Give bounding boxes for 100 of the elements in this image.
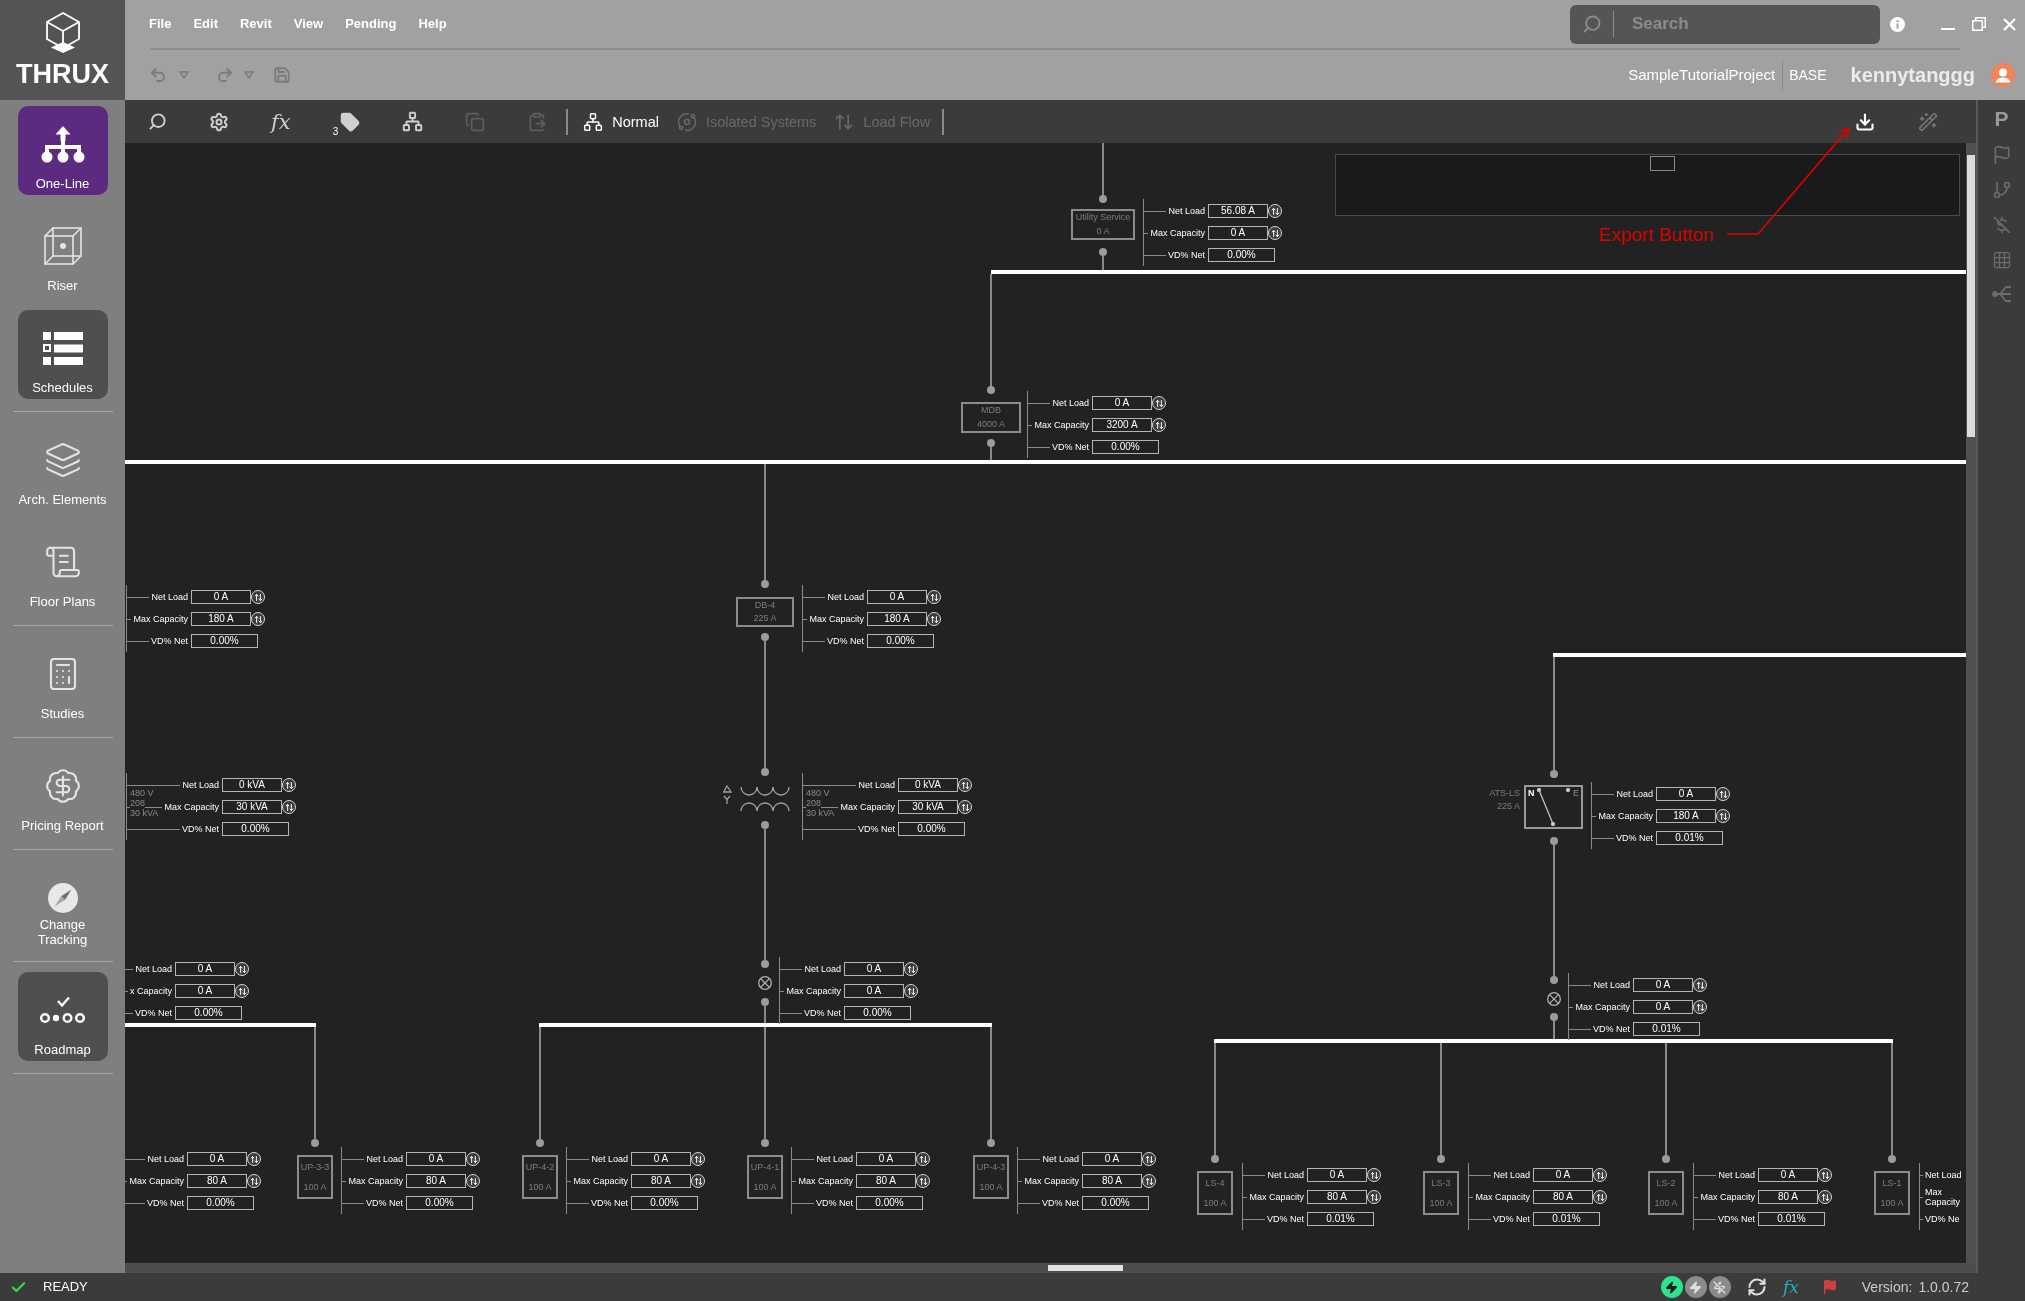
swap-arrows-icon[interactable] (282, 778, 296, 792)
swap-arrows-icon[interactable] (958, 778, 972, 792)
swap-arrows-icon[interactable] (916, 1174, 930, 1188)
value-field[interactable]: 80 A (1533, 1190, 1593, 1204)
swap-arrows-icon[interactable] (916, 1152, 930, 1166)
swap-arrows-icon[interactable] (1693, 978, 1707, 992)
transformer-icon[interactable] (723, 785, 791, 813)
value-field[interactable]: 0.00% (844, 1006, 911, 1020)
value-field[interactable]: 0 A (867, 590, 927, 604)
value-field[interactable]: 56.08 A (1208, 204, 1268, 218)
refresh-icon[interactable] (1746, 1277, 1767, 1297)
value-field[interactable]: 0.01% (1758, 1212, 1825, 1226)
value-field[interactable]: 80 A (856, 1174, 916, 1188)
value-field[interactable]: 80 A (1758, 1190, 1818, 1204)
value-field[interactable]: 0.01% (1656, 831, 1723, 845)
value-field[interactable]: 0 A (1758, 1168, 1818, 1182)
value-field[interactable]: 0 A (1656, 787, 1716, 801)
minimap-viewport[interactable] (1650, 156, 1675, 171)
value-field[interactable]: 0 A (1633, 978, 1693, 992)
swap-arrows-icon[interactable] (1152, 418, 1166, 432)
value-field[interactable]: 0.00% (1082, 1196, 1149, 1210)
value-field[interactable]: 0 A (1307, 1168, 1367, 1182)
value-field[interactable]: 0.00% (1208, 248, 1275, 262)
swap-arrows-icon[interactable] (1693, 1000, 1707, 1014)
sidebar-item[interactable]: Riser (43, 227, 82, 293)
swap-arrows-icon[interactable] (1367, 1190, 1381, 1204)
bolt-icon[interactable] (1684, 1276, 1707, 1298)
value-field[interactable]: 0.00% (406, 1196, 473, 1210)
value-field[interactable]: 0 A (1533, 1168, 1593, 1182)
swap-arrows-icon[interactable] (282, 800, 296, 814)
value-field[interactable]: 0.00% (222, 822, 289, 836)
sidebar-item[interactable]: Pricing Report (21, 767, 104, 833)
formula-button[interactable]: fx (1782, 1278, 1799, 1296)
swap-arrows-icon[interactable] (1818, 1168, 1832, 1182)
value-field[interactable]: 0.01% (1307, 1212, 1374, 1226)
swap-arrows-icon[interactable] (1367, 1168, 1381, 1182)
info-icon[interactable] (1890, 16, 1905, 32)
value-field[interactable]: 0.00% (1092, 440, 1159, 454)
swap-arrows-icon[interactable] (1268, 204, 1282, 218)
value-field[interactable]: 0 A (1208, 226, 1268, 240)
sidebar-item[interactable]: Change Tracking (17, 879, 108, 947)
equipment-node[interactable]: LS-3 100 A (1423, 1171, 1459, 1215)
scroll-thumb[interactable] (1048, 1265, 1123, 1271)
value-field[interactable]: 3200 A (1092, 418, 1152, 432)
value-field[interactable]: 0 A (175, 984, 235, 998)
swap-arrows-icon[interactable] (247, 1174, 261, 1188)
equipment-node[interactable]: Utility Service 0 A (1071, 209, 1135, 240)
close-icon[interactable] (2003, 17, 2016, 31)
scroll-thumb[interactable] (1967, 155, 1975, 437)
view-mode-tab[interactable]: Normal (583, 111, 659, 132)
value-field[interactable]: 0 A (406, 1152, 466, 1166)
transfer-switch[interactable]: N E (1524, 785, 1583, 829)
bolt-off-icon[interactable] (1708, 1276, 1731, 1298)
value-field[interactable]: 0 A (187, 1152, 247, 1166)
swap-arrows-icon[interactable] (927, 612, 941, 626)
restore-icon[interactable] (1972, 17, 1986, 31)
equipment-node[interactable]: UP-4-1 100 A (747, 1155, 783, 1199)
value-field[interactable]: 0 kVA (898, 778, 958, 792)
swap-arrows-icon[interactable] (1142, 1174, 1156, 1188)
settings-button[interactable] (209, 111, 229, 132)
value-field[interactable]: 0.00% (631, 1196, 698, 1210)
sidebar-item[interactable]: Roadmap (17, 972, 108, 1061)
swap-arrows-icon[interactable] (466, 1152, 480, 1166)
value-field[interactable]: 0 A (1082, 1152, 1142, 1166)
equipment-node[interactable]: MDB 4000 A (961, 402, 1021, 433)
value-field[interactable]: 180 A (867, 612, 927, 626)
value-field[interactable]: 30 kVA (222, 800, 282, 814)
swap-arrows-icon[interactable] (958, 800, 972, 814)
breaker-icon[interactable] (1547, 992, 1561, 1006)
equipment-node[interactable]: LS-1 100 A (1874, 1171, 1910, 1215)
equipment-node[interactable]: UP-4-3 100 A (973, 1155, 1009, 1199)
swap-arrows-icon[interactable] (235, 962, 249, 976)
value-field[interactable]: 0 A (844, 984, 904, 998)
value-field[interactable]: 0.00% (898, 822, 965, 836)
value-field[interactable]: 80 A (1082, 1174, 1142, 1188)
value-field[interactable]: 80 A (406, 1174, 466, 1188)
value-field[interactable]: 30 kVA (898, 800, 958, 814)
magic-wand-icon[interactable] (1918, 111, 1938, 132)
swap-arrows-icon[interactable] (1818, 1190, 1832, 1204)
swap-arrows-icon[interactable] (235, 984, 249, 998)
sidebar-item[interactable]: Floor Plans (29, 543, 96, 609)
value-field[interactable]: 0.00% (175, 1006, 242, 1020)
value-field[interactable]: 0 A (631, 1152, 691, 1166)
sidebar-item[interactable]: One-Line (17, 106, 108, 195)
download-icon[interactable] (1855, 111, 1875, 132)
value-field[interactable]: 80 A (187, 1174, 247, 1188)
value-field[interactable]: 180 A (1656, 809, 1716, 823)
swap-arrows-icon[interactable] (1593, 1190, 1607, 1204)
value-field[interactable]: 0 A (191, 590, 251, 604)
value-field[interactable]: 0 kVA (222, 778, 282, 792)
swap-arrows-icon[interactable] (251, 612, 265, 626)
letter-button[interactable]: P (1994, 108, 2009, 130)
sidebar-item[interactable]: Schedules (17, 310, 108, 399)
value-field[interactable]: 0 A (856, 1152, 916, 1166)
swap-arrows-icon[interactable] (466, 1174, 480, 1188)
swap-arrows-icon[interactable] (251, 590, 265, 604)
breaker-icon[interactable] (758, 976, 772, 990)
avatar-icon[interactable] (1991, 63, 2015, 87)
value-field[interactable]: 0.01% (1633, 1022, 1700, 1036)
value-field[interactable]: 0 A (1092, 396, 1152, 410)
